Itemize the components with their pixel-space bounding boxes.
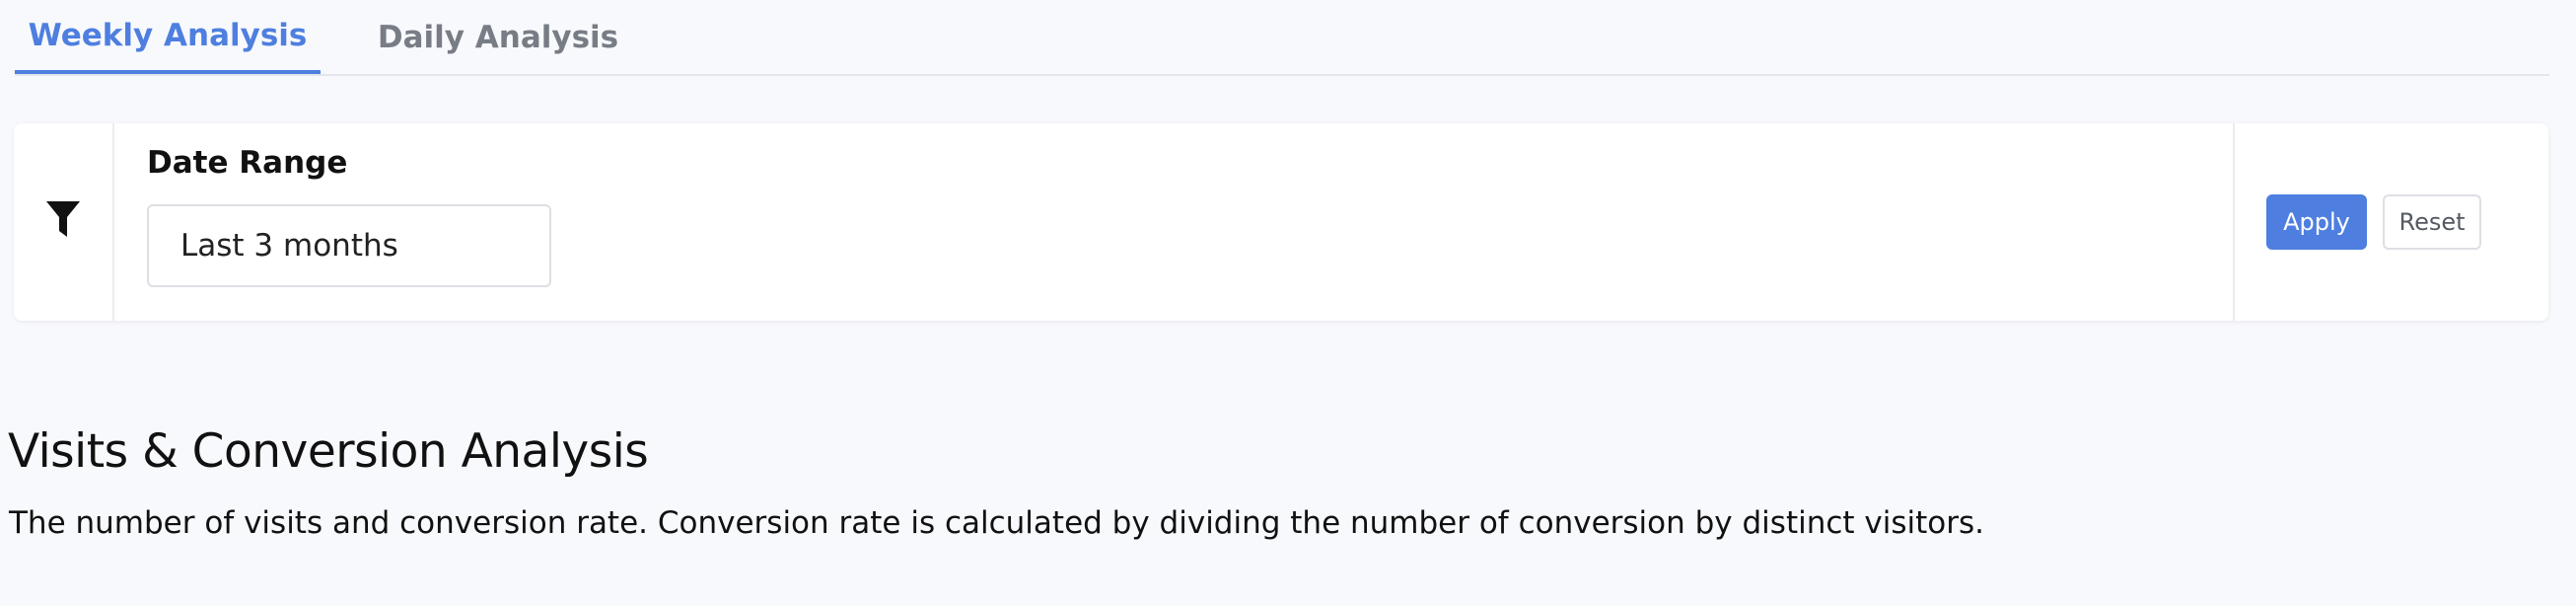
date-range-label: Date Range <box>147 145 348 181</box>
section-description: The number of visits and conversion rate… <box>9 505 1985 541</box>
tab-daily-analysis[interactable]: Daily Analysis <box>355 0 641 74</box>
reset-button[interactable]: Reset <box>2383 194 2481 250</box>
tab-bar: Weekly Analysis Daily Analysis <box>15 0 2549 76</box>
date-range-select[interactable]: Last 3 months <box>147 204 551 287</box>
section-title: Visits & Conversion Analysis <box>8 424 649 479</box>
filter-icon <box>45 200 81 245</box>
filter-actions: Apply Reset <box>2233 123 2550 321</box>
filter-card: Date Range Last 3 months Apply Reset <box>14 123 2548 321</box>
apply-button[interactable]: Apply <box>2266 194 2367 250</box>
filter-icon-cell <box>14 123 114 321</box>
page: Weekly Analysis Daily Analysis Date Rang… <box>0 0 2576 606</box>
tab-weekly-analysis[interactable]: Weekly Analysis <box>15 0 321 74</box>
date-range-value: Last 3 months <box>180 228 398 264</box>
